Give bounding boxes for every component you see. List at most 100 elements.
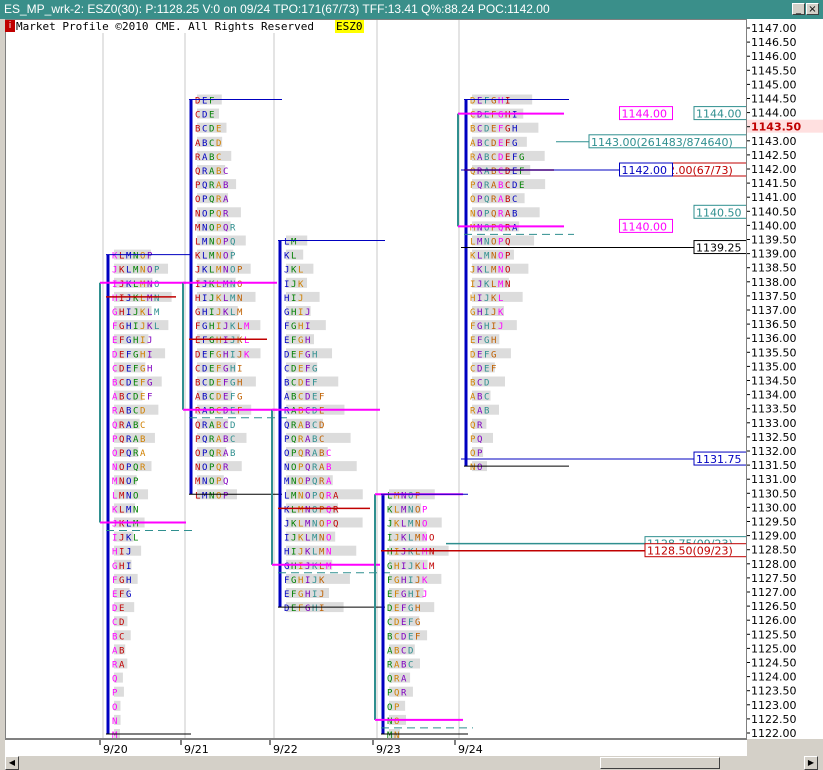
tpo-letter: K — [216, 294, 222, 304]
tpo-letter: A — [312, 449, 318, 459]
price-axis[interactable]: 1143.50 1147.00 1146.50 1146.00 1145.50 1145.… — [747, 19, 823, 740]
minimize-button[interactable]: _ — [792, 3, 805, 15]
tpo-letter: J — [408, 562, 413, 572]
tpo-letter: K — [408, 548, 414, 558]
tpo-letter: P — [195, 181, 201, 191]
chart-plot-area[interactable]: MNOPQRAABBCCDDEEFGFGHGHIHIJIJKLJKLMKLMNL… — [5, 19, 747, 739]
tpo-letter: A — [319, 463, 325, 473]
tpo-letter: H — [133, 336, 138, 346]
tpo-letter: L — [387, 491, 392, 501]
tpo-letter: F — [209, 97, 214, 107]
tpo-letter: A — [223, 449, 229, 459]
close-button[interactable]: × — [806, 3, 819, 15]
tpo-letter: P — [319, 505, 325, 515]
tpo-letter: D — [119, 618, 124, 628]
tpo-letter: N — [319, 534, 324, 544]
tpo-letter: B — [133, 421, 138, 431]
y-tick-label: 1146.00 — [751, 50, 797, 63]
tpo-letter: R — [484, 181, 490, 191]
tpo-letter: C — [498, 167, 503, 177]
tpo-letter: O — [505, 266, 510, 276]
tpo-letter: K — [112, 252, 118, 262]
tpo-letter: Q — [216, 463, 221, 473]
tpo-letter: I — [408, 576, 413, 586]
scroll-left-icon[interactable]: ◀ — [5, 756, 19, 770]
tpo-letter: H — [305, 590, 310, 600]
tpo-letter: H — [491, 336, 496, 346]
tpo-letter: E — [284, 336, 289, 346]
tpo-letter: C — [223, 167, 228, 177]
tpo-letter: P — [484, 209, 490, 219]
tpo-letter: I — [237, 364, 242, 374]
tpo-letter: O — [230, 266, 235, 276]
tpo-letter: R — [333, 505, 339, 515]
tpo-letter: G — [305, 604, 310, 614]
tpo-letter: R — [133, 449, 139, 459]
tpo-letter: N — [394, 731, 399, 739]
tpo-letter: H — [126, 322, 131, 332]
tpo-letter: B — [230, 449, 235, 459]
indicator-marker-left[interactable]: i — [5, 20, 15, 32]
tpo-letter: N — [312, 520, 317, 530]
date-axis[interactable]: 9/20 9/21 9/22 9/23 9/24 — [5, 739, 747, 756]
tpo-letter: A — [326, 477, 332, 487]
tpo-letter: L — [230, 308, 235, 318]
tpo-letter: I — [484, 308, 489, 318]
tpo-letter: C — [119, 379, 124, 389]
tpo-letter: J — [298, 548, 303, 558]
y-tick-label: 1136.50 — [751, 318, 797, 331]
tpo-letter: A — [119, 407, 125, 417]
tpo-letter: J — [119, 534, 124, 544]
tpo-letter: H — [408, 590, 413, 600]
tpo-letter: R — [401, 689, 407, 699]
price-label: 1131.75 — [696, 453, 742, 466]
tpo-letter: G — [291, 322, 296, 332]
tpo-letter: Q — [470, 421, 475, 431]
tpo-letter: I — [216, 322, 221, 332]
tpo-letter: M — [387, 731, 393, 739]
tpo-letter: D — [491, 139, 496, 149]
scroll-thumb[interactable] — [600, 757, 720, 769]
tpo-letter: A — [298, 421, 304, 431]
y-tick-label: 1136.00 — [751, 332, 797, 345]
tpo-letter: Q — [505, 238, 510, 248]
tpo-letter: E — [319, 407, 324, 417]
tpo-letter: K — [415, 562, 421, 572]
tpo-letter: L — [216, 280, 221, 290]
tpo-letter: I — [202, 294, 207, 304]
horizontal-scrollbar[interactable]: ◀ ▶ — [5, 756, 818, 770]
tpo-letter: O — [394, 717, 399, 727]
y-tick-label: 1122.00 — [751, 727, 797, 739]
tpo-letter: H — [512, 125, 517, 135]
tpo-letter: E — [505, 153, 510, 163]
tpo-letter: E — [216, 379, 221, 389]
tpo-letter: E — [126, 364, 131, 374]
tpo-letter: M — [202, 238, 208, 248]
tpo-letter: R — [202, 421, 208, 431]
tpo-letter: A — [477, 407, 483, 417]
tpo-letter: E — [477, 97, 482, 107]
tpo-letter: M — [112, 477, 118, 487]
tpo-letter: J — [147, 336, 152, 346]
tpo-letter: A — [202, 153, 208, 163]
tpo-letter: D — [284, 350, 289, 360]
scroll-right-icon[interactable]: ▶ — [804, 756, 818, 770]
tpo-letter: J — [126, 548, 131, 558]
tpo-letter: R — [394, 675, 400, 685]
y-tick-label: 1146.50 — [751, 36, 797, 49]
tpo-letter: M — [298, 505, 304, 515]
tpo-letter: G — [408, 604, 413, 614]
tpo-letter: G — [284, 308, 289, 318]
tpo-letter: C — [491, 153, 496, 163]
tpo-letter: P — [237, 266, 243, 276]
tpo-letter: N — [415, 520, 420, 530]
tpo-letter: M — [291, 238, 297, 248]
tpo-letter: N — [470, 463, 475, 473]
tpo-letter: M — [112, 731, 118, 739]
y-tick-label: 1131.00 — [751, 473, 797, 486]
tpo-letter: Q — [216, 209, 221, 219]
tpo-letter: G — [119, 322, 124, 332]
tpo-letter: M — [470, 223, 476, 233]
tpo-letter: C — [195, 364, 200, 374]
y-tick-label: 1138.50 — [751, 262, 797, 275]
